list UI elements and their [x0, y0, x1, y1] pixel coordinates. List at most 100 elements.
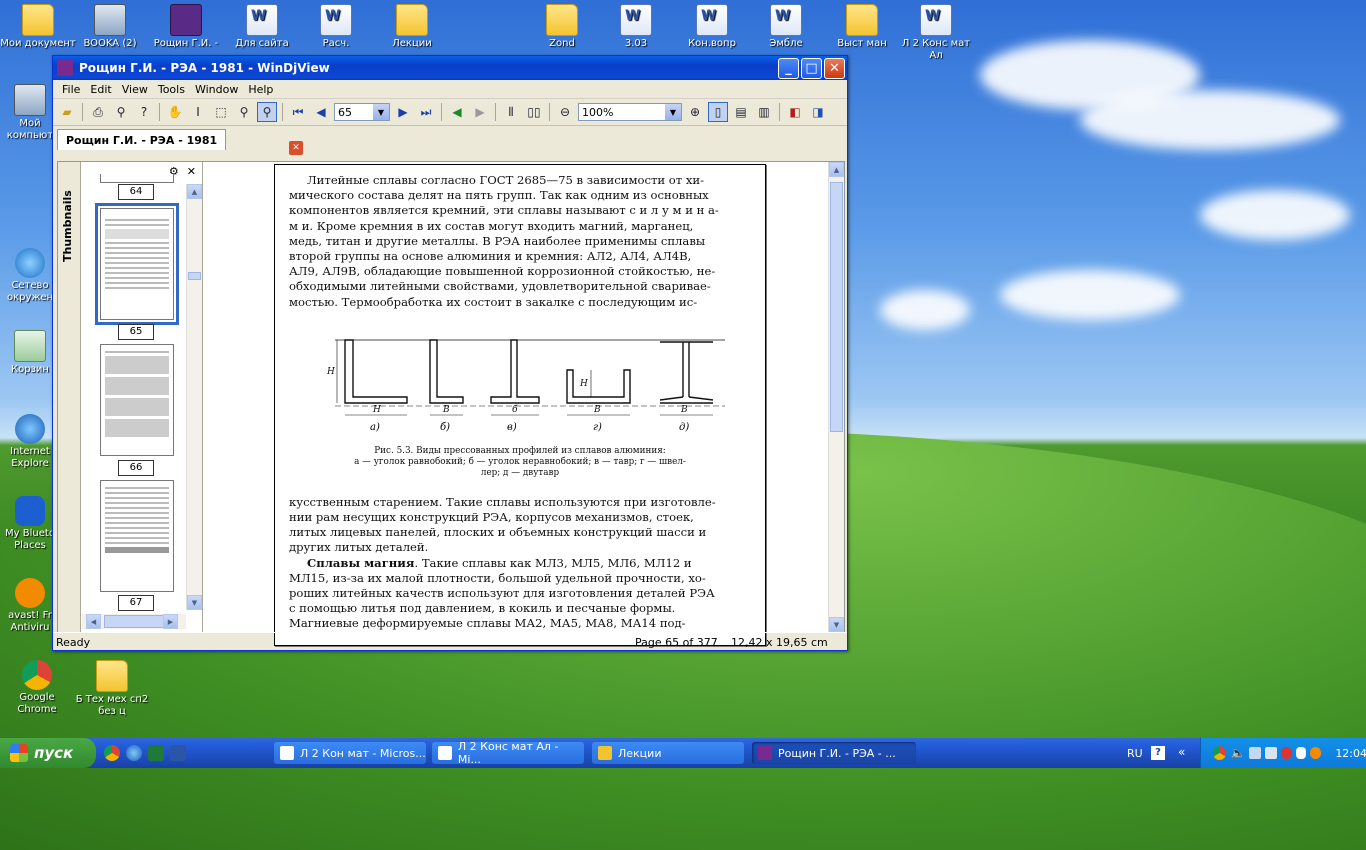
scroll-up-icon[interactable]: ▲: [187, 184, 202, 199]
thumbnail-page-64[interactable]: [100, 174, 174, 183]
taskbar-item-word-2[interactable]: Л 2 Конс мат Ал - Mi...: [432, 740, 584, 766]
title-bar[interactable]: Рощин Г.И. - РЭА - 1981 - WinDjView _ □ …: [53, 56, 847, 80]
desktop-icon-dlya-saita[interactable]: Для сайта: [224, 4, 300, 50]
scroll-down-icon[interactable]: ▼: [187, 595, 202, 610]
excel-icon[interactable]: [148, 745, 164, 761]
desktop-icon-my-documents[interactable]: Мои документ: [0, 4, 76, 50]
menu-help[interactable]: Help: [243, 83, 278, 96]
scroll-right-icon[interactable]: ▶: [163, 614, 178, 629]
chrome-icon[interactable]: [104, 745, 120, 761]
antivirus-tray-icon[interactable]: [1280, 747, 1293, 759]
desktop-icon-emble[interactable]: Эмбле: [748, 4, 824, 50]
scroll-down-icon[interactable]: ▼: [829, 617, 844, 632]
menu-file[interactable]: File: [57, 83, 85, 96]
layer-mode-icon[interactable]: ◨: [808, 102, 828, 122]
desktop-icon-kon-vopr[interactable]: Кон.вопр: [674, 4, 750, 50]
start-button[interactable]: пуск: [0, 738, 96, 768]
thumbnails-scrollbar[interactable]: ▲ ▼: [186, 184, 202, 610]
facing-icon[interactable]: ▥: [754, 102, 774, 122]
hand-tool-icon[interactable]: ✋: [165, 102, 185, 122]
close-tab-icon[interactable]: ✕: [289, 141, 303, 155]
help-icon[interactable]: ?: [1151, 746, 1165, 760]
close-button[interactable]: ✕: [824, 57, 845, 79]
minimize-button[interactable]: _: [778, 57, 799, 79]
last-page-icon[interactable]: ⏭: [416, 102, 436, 122]
document-view[interactable]: Литейные сплавы согласно ГОСТ 2685—75 в …: [204, 162, 828, 646]
scroll-up-icon[interactable]: ▲: [829, 162, 844, 177]
chevron-down-icon[interactable]: ▼: [373, 104, 389, 120]
windjview-app-icon: [758, 746, 772, 760]
scroll-thumb[interactable]: [830, 182, 843, 432]
hscroll-thumb[interactable]: [104, 615, 164, 628]
rect-select-icon[interactable]: ⬚: [211, 102, 231, 122]
expand-tray-icon[interactable]: «: [1178, 745, 1185, 759]
prev-page-icon[interactable]: ◀: [311, 102, 331, 122]
back-icon[interactable]: ◀: [447, 102, 467, 122]
zoom-icon[interactable]: ⚲: [234, 102, 254, 122]
language-indicator[interactable]: RU: [1127, 747, 1143, 760]
desktop-icon-internet-explorer[interactable]: Internet Explore: [0, 414, 60, 470]
desktop-icon-booka[interactable]: BOOKA (2): [72, 4, 148, 50]
desktop-icon-roschin[interactable]: Рощин Г.И. -: [148, 4, 224, 50]
clock[interactable]: 12:04: [1335, 747, 1366, 760]
desktop-icon-rasch[interactable]: Расч.: [298, 4, 374, 50]
thumbnail-page-66[interactable]: [100, 344, 174, 456]
display-mode-icon[interactable]: ◧: [785, 102, 805, 122]
continuous-icon[interactable]: ▤: [731, 102, 751, 122]
two-page-icon[interactable]: ▯▯: [524, 102, 544, 122]
internet-explorer-icon[interactable]: [126, 745, 142, 761]
network-tray-icon[interactable]: [1249, 747, 1261, 759]
chevron-down-icon[interactable]: ▼: [665, 104, 681, 120]
forward-icon[interactable]: ▶: [470, 102, 490, 122]
thumbnails-hscrollbar[interactable]: ◀ ▶: [82, 614, 186, 629]
zoom-out-icon[interactable]: ⊖: [555, 102, 575, 122]
volume-icon[interactable]: 🔈: [1230, 746, 1245, 760]
open-folder-icon[interactable]: ▰: [57, 102, 77, 122]
desktop-icon-vyst-man[interactable]: Выст ман: [824, 4, 900, 50]
thumbnail-page-65[interactable]: [95, 203, 179, 325]
document-tab[interactable]: Рощин Г.И. - РЭА - 1981: [57, 129, 227, 150]
chrome-tray-icon[interactable]: [1213, 746, 1227, 760]
document-scrollbar[interactable]: ▲ ▼: [828, 162, 844, 632]
word-icon[interactable]: [170, 745, 186, 761]
desktop-icon-3-03[interactable]: 3.03: [598, 4, 674, 50]
bluetooth-tray-icon[interactable]: [1296, 747, 1306, 759]
text-select-icon[interactable]: I: [188, 102, 208, 122]
menu-window[interactable]: Window: [190, 83, 243, 96]
zoom-in-icon[interactable]: ⊕: [685, 102, 705, 122]
menu-view[interactable]: View: [117, 83, 153, 96]
menu-tools[interactable]: Tools: [153, 83, 190, 96]
menu-edit[interactable]: Edit: [85, 83, 116, 96]
find-icon[interactable]: ⚲: [111, 102, 131, 122]
print-icon[interactable]: ⎙: [88, 102, 108, 122]
taskbar-item-lektsii[interactable]: Лекции: [592, 742, 744, 764]
desktop-icon-recycle-bin[interactable]: Корзин: [0, 330, 60, 376]
next-page-icon[interactable]: ▶: [393, 102, 413, 122]
scroll-thumb[interactable]: [188, 272, 201, 280]
scroll-left-icon[interactable]: ◀: [86, 614, 101, 629]
zoom-combo[interactable]: 100% ▼: [578, 103, 682, 121]
desktop-icon-google-chrome[interactable]: Google Chrome: [0, 660, 74, 716]
help-icon[interactable]: ?: [134, 102, 154, 122]
thumbnail-page-67[interactable]: [100, 480, 174, 592]
maximize-button[interactable]: □: [801, 57, 822, 79]
desktop-icon-bluetooth[interactable]: My Blueto Places: [0, 496, 60, 552]
desktop-icon-network[interactable]: Сетево окружен: [0, 248, 60, 304]
desktop-icon-my-computer[interactable]: Мой компьют: [0, 84, 60, 142]
shield-tray-icon[interactable]: [1309, 747, 1322, 759]
tray-app-icon[interactable]: [1265, 747, 1277, 759]
desktop-icon-lektsii[interactable]: Лекции: [374, 4, 450, 50]
desktop-icon-zond[interactable]: Zond: [524, 4, 600, 50]
zoom-rect-icon[interactable]: ⚲: [257, 102, 277, 122]
first-page-icon[interactable]: ⏮: [288, 102, 308, 122]
desktop-icon-avast[interactable]: avast! Fr Antiviru: [0, 578, 60, 634]
desktop-icon-l2-kons[interactable]: Л 2 Конс мат Ал: [898, 4, 974, 62]
desktop-icon-b-teh-meh[interactable]: Б Тех мех сп2 без ц: [74, 660, 150, 718]
fit-height-icon[interactable]: ⫴: [501, 102, 521, 122]
taskbar-item-windjview[interactable]: Рощин Г.И. - РЭА - ...: [752, 742, 916, 764]
taskbar-item-word-1[interactable]: Л 2 Кон мат - Micros...: [274, 742, 426, 764]
close-pane-icon[interactable]: ✕: [187, 165, 196, 178]
thumbnails-side-tab[interactable]: Thumbnails: [58, 162, 81, 632]
page-number-combo[interactable]: 65 ▼: [334, 103, 390, 121]
single-page-icon[interactable]: ▯: [708, 102, 728, 122]
